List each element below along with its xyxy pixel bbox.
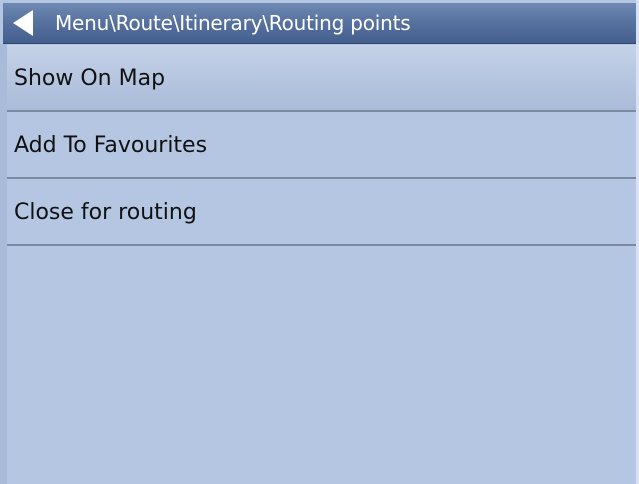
app-screen: Menu\Route\Itinerary\Routing points Show… xyxy=(0,0,639,484)
menu-item-label: Show On Map xyxy=(14,66,166,91)
menu-item-label: Add To Favourites xyxy=(14,133,208,158)
title-bar: Menu\Route\Itinerary\Routing points xyxy=(3,3,636,44)
left-border xyxy=(0,44,7,484)
menu-item-show-on-map[interactable]: Show On Map xyxy=(7,45,636,112)
menu-item-add-to-favourites[interactable]: Add To Favourites xyxy=(7,112,636,179)
menu-item-label: Close for routing xyxy=(14,200,197,225)
breadcrumb: Menu\Route\Itinerary\Routing points xyxy=(55,11,411,35)
back-arrow-icon xyxy=(13,10,33,36)
menu-list: Show On Map Add To Favourites Close for … xyxy=(7,45,636,246)
menu-item-close-for-routing[interactable]: Close for routing xyxy=(7,179,636,246)
back-button[interactable] xyxy=(7,6,43,40)
